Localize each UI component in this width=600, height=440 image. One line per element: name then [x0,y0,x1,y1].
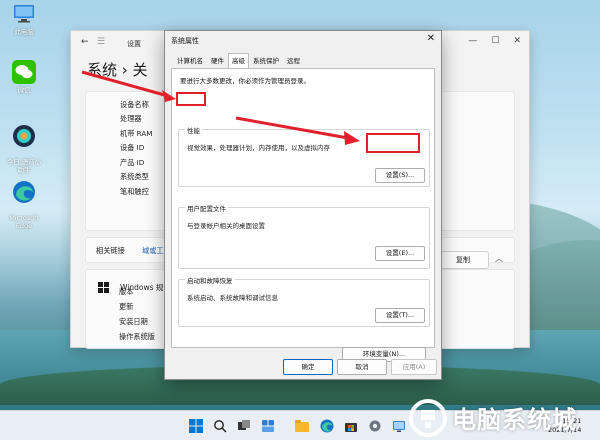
watermark-text: 电脑系统城 [452,406,577,434]
settings-gear-icon[interactable] [368,419,382,433]
start-windows-icon[interactable] [189,419,203,433]
file-explorer-icon[interactable] [295,419,309,433]
watermark: 电脑系统城 [404,396,600,440]
watermark-logo-icon [409,399,447,437]
widgets-icon[interactable] [261,419,275,433]
search-icon[interactable] [213,419,227,433]
store-icon[interactable] [344,419,358,433]
edge-icon[interactable] [320,419,334,433]
task-view-icon[interactable] [237,419,251,433]
annotation-arrows [81,70,360,145]
